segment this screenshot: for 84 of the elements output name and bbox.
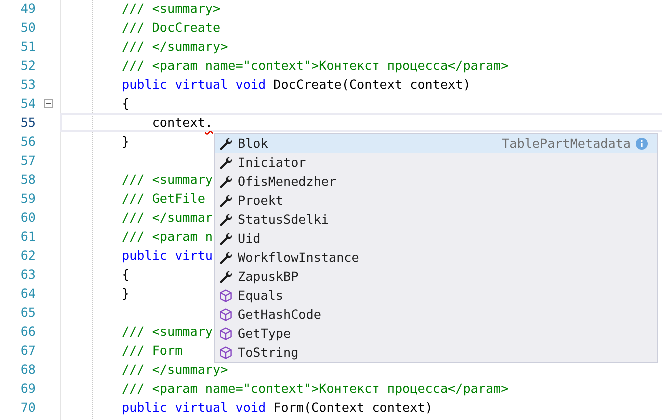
completion-item[interactable]: Equals (215, 286, 657, 305)
code-text: } (122, 134, 130, 149)
wrench-icon (219, 270, 233, 284)
code-comment: /// </summary> (122, 39, 228, 54)
line-number: 69 (20, 381, 36, 396)
line-number: 65 (20, 305, 36, 320)
code-comment: /// DocCreate (122, 20, 221, 35)
line-number: 55 (20, 115, 36, 130)
completion-item[interactable]: ToString (215, 343, 657, 362)
code-text: DocCreate(Context context) (272, 77, 471, 92)
completion-item[interactable]: Iniciator (215, 153, 657, 172)
line-number: 52 (20, 58, 36, 73)
line-number: 61 (20, 229, 36, 244)
line-number: 62 (20, 248, 36, 263)
completion-label: Iniciator (238, 155, 306, 170)
completion-item[interactable]: GetType (215, 324, 657, 343)
line-number: 56 (20, 134, 36, 149)
completion-label: ZapuskBP (238, 269, 299, 284)
code-keyword: public virtual void (122, 77, 266, 92)
line-number: 60 (20, 210, 36, 225)
cube-icon (219, 288, 233, 302)
line-number: 50 (20, 20, 36, 35)
code-error: . (205, 115, 213, 130)
wrench-icon (219, 156, 233, 170)
completion-label: GetHashCode (238, 307, 322, 322)
type-hint: TablePartMetadata (502, 136, 631, 151)
wrench-icon (219, 212, 233, 226)
wrench-icon (219, 174, 233, 188)
wrench-icon (219, 194, 233, 208)
info-icon[interactable] (636, 138, 648, 150)
completion-item[interactable]: OfisMenedzher (215, 172, 657, 191)
code-text: Form(Context context) (272, 400, 433, 415)
line-number: 68 (20, 362, 36, 377)
code-comment: /// <summary> (122, 1, 221, 16)
completion-item[interactable]: Uid (215, 229, 657, 248)
line-number: 51 (20, 39, 36, 54)
code-keyword: public virtual void (122, 400, 266, 415)
code-text: } (122, 286, 130, 301)
completion-label: Uid (238, 231, 261, 246)
completion-label: OfisMenedzher (238, 174, 337, 189)
code-comment: /// Form (122, 343, 183, 358)
code-comment: /// <summary (122, 324, 213, 339)
completion-label: Blok (238, 136, 268, 151)
wrench-icon (219, 136, 233, 150)
collapse-icon[interactable] (44, 99, 53, 108)
line-number: 59 (20, 191, 36, 206)
completion-item[interactable]: Proekt (215, 191, 657, 210)
code-comment: /// <param name="context">Контекст процесса</param> (122, 58, 509, 73)
completion-item[interactable]: StatusSdelki (215, 210, 657, 229)
code-comment: /// <summary (122, 172, 213, 187)
code-comment: /// GetFile (122, 191, 206, 206)
line-number: 49 (20, 1, 36, 16)
line-number: 70 (20, 400, 36, 415)
code-comment: /// </summary> (122, 362, 228, 377)
line-number: 57 (20, 153, 36, 168)
cube-icon (219, 308, 233, 322)
line-number: 67 (20, 343, 36, 358)
line-number: 63 (20, 267, 36, 282)
wrench-icon (219, 250, 233, 264)
code-text: { (122, 96, 130, 111)
line-number: 64 (20, 286, 36, 301)
completion-item[interactable]: WorkflowInstance (215, 248, 657, 267)
completion-item[interactable]: Blok TablePartMetadata (215, 134, 657, 153)
completion-label: StatusSdelki (238, 212, 329, 227)
line-number: 66 (20, 324, 36, 339)
line-number: 54 (20, 96, 36, 111)
completion-label: Proekt (238, 193, 284, 208)
completion-label: WorkflowInstance (238, 250, 360, 265)
completion-label: Equals (238, 288, 284, 303)
line-number: 58 (20, 172, 36, 187)
completion-label: GetType (238, 326, 292, 341)
code-text: context (151, 115, 206, 130)
completion-item[interactable]: GetHashCode (215, 305, 657, 324)
line-number: 53 (20, 77, 36, 92)
code-comment: /// <param n (122, 229, 213, 244)
cube-icon (219, 326, 233, 340)
code-comment: /// <param name="context">Контекст процесса</param> (122, 381, 509, 396)
completion-label: ToString (238, 345, 299, 360)
wrench-icon (219, 232, 233, 246)
code-text: { (122, 267, 130, 282)
code-keyword: public virtu (122, 248, 213, 263)
code-comment: /// </summar (122, 210, 213, 225)
cube-icon (219, 346, 233, 360)
completion-item[interactable]: ZapuskBP (215, 267, 657, 286)
